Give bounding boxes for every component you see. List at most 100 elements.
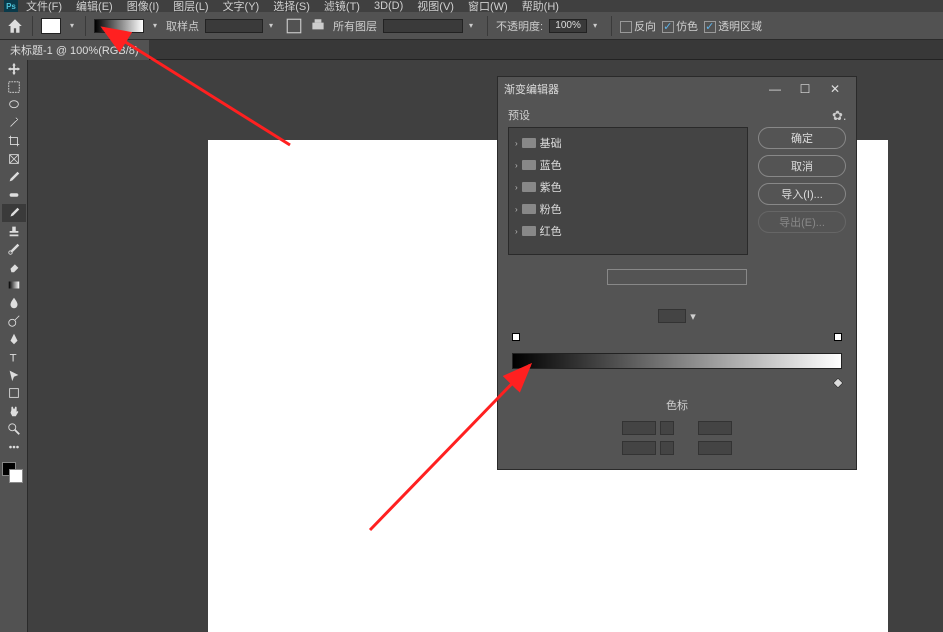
- separator: [85, 16, 86, 36]
- dither-checkbox[interactable]: 仿色: [662, 18, 698, 34]
- mode-icon[interactable]: [285, 18, 303, 34]
- preset-list[interactable]: ›基础 ›蓝色 ›紫色 ›粉色 ›红色: [508, 127, 748, 255]
- gear-icon[interactable]: ✿.: [832, 108, 846, 122]
- color-location-field[interactable]: [698, 441, 732, 455]
- separator: [32, 16, 33, 36]
- sample-label: 取样点: [166, 18, 199, 34]
- tool-shape[interactable]: [2, 384, 26, 402]
- gradient-preview[interactable]: [94, 19, 144, 33]
- tool-hand[interactable]: [2, 402, 26, 420]
- tool-text[interactable]: T: [2, 348, 26, 366]
- opacity-value[interactable]: 100%: [549, 19, 587, 33]
- color-swatches[interactable]: [0, 460, 24, 484]
- transparency-checkbox[interactable]: 透明区域: [704, 18, 762, 34]
- chevron-down-icon[interactable]: ▾: [593, 21, 603, 30]
- tool-wand[interactable]: [2, 114, 26, 132]
- dialog-titlebar[interactable]: 渐变编辑器 — ☐ ✕: [498, 77, 856, 101]
- background-swatch[interactable]: [9, 469, 23, 483]
- tool-more[interactable]: [2, 438, 26, 456]
- quick-mask-icon[interactable]: [2, 488, 26, 504]
- preset-folder[interactable]: ›红色: [513, 220, 743, 242]
- menubar: Ps 文件(F) 编辑(E) 图像(I) 图层(L) 文字(Y) 选择(S) 滤…: [0, 0, 943, 12]
- tool-pen[interactable]: [2, 330, 26, 348]
- opacity-stop-left[interactable]: [512, 333, 520, 341]
- chevron-down-icon[interactable]: ▾: [150, 21, 160, 31]
- color-swatch[interactable]: [660, 441, 674, 455]
- opacity-field[interactable]: [622, 421, 656, 435]
- tool-lasso[interactable]: [2, 96, 26, 114]
- tool-zoom[interactable]: [2, 420, 26, 438]
- document-tab[interactable]: 未标题-1 @ 100%(RGB/8): [0, 40, 149, 60]
- folder-icon: [522, 226, 536, 236]
- import-button[interactable]: 导入(I)...: [758, 183, 846, 205]
- color-stop-right[interactable]: [832, 377, 843, 388]
- cancel-button[interactable]: 取消: [758, 155, 846, 177]
- tool-frame[interactable]: [2, 150, 26, 168]
- menu-3d[interactable]: 3D(D): [368, 0, 409, 12]
- tool-stamp[interactable]: [2, 222, 26, 240]
- opacity-stop-right[interactable]: [834, 333, 842, 341]
- tool-crop[interactable]: [2, 132, 26, 150]
- separator: [487, 16, 488, 36]
- chevron-down-icon[interactable]: ▾: [690, 310, 696, 323]
- chevron-down-icon[interactable]: ▾: [67, 21, 77, 31]
- tool-eraser[interactable]: [2, 258, 26, 276]
- menu-filter[interactable]: 滤镜(T): [318, 0, 366, 14]
- menu-type[interactable]: 文字(Y): [217, 0, 266, 14]
- separator: [611, 16, 612, 36]
- menu-window[interactable]: 窗口(W): [462, 0, 514, 14]
- gradient-name-input[interactable]: [607, 269, 747, 285]
- optionsbar: ▾ ▾ 取样点 ▾ 所有图层 ▾ 不透明度: 100% ▾ 反向 仿色 透明区域: [0, 12, 943, 40]
- tool-blur[interactable]: [2, 294, 26, 312]
- preset-folder[interactable]: ›粉色: [513, 198, 743, 220]
- tool-eyedropper[interactable]: [2, 168, 26, 186]
- export-button[interactable]: 导出(E)...: [758, 211, 846, 233]
- svg-text:T: T: [9, 352, 16, 364]
- gradient-ramp[interactable]: [512, 353, 842, 369]
- layers-dropdown[interactable]: [383, 19, 463, 33]
- tool-path[interactable]: [2, 366, 26, 384]
- tool-gradient[interactable]: [2, 276, 26, 294]
- preset-folder[interactable]: ›基础: [513, 132, 743, 154]
- color-field[interactable]: [622, 441, 656, 455]
- gradient-ramp-editor[interactable]: [512, 333, 842, 389]
- preset-folder[interactable]: ›紫色: [513, 176, 743, 198]
- menu-select[interactable]: 选择(S): [267, 0, 316, 14]
- tool-preset-button[interactable]: [41, 18, 61, 34]
- tool-brush[interactable]: [2, 204, 26, 222]
- ok-button[interactable]: 确定: [758, 127, 846, 149]
- folder-icon: [522, 138, 536, 148]
- maximize-button[interactable]: ☐: [790, 79, 820, 99]
- close-button[interactable]: ✕: [820, 79, 850, 99]
- tool-history[interactable]: [2, 240, 26, 258]
- opacity-label: 不透明度:: [496, 18, 543, 34]
- tool-dodge[interactable]: [2, 312, 26, 330]
- print-icon[interactable]: [309, 18, 327, 34]
- menu-help[interactable]: 帮助(H): [516, 0, 565, 14]
- folder-icon: [522, 182, 536, 192]
- presets-label: 预设: [508, 107, 530, 123]
- tool-marquee[interactable]: [2, 78, 26, 96]
- tool-heal[interactable]: [2, 186, 26, 204]
- sample-dropdown[interactable]: [205, 19, 263, 33]
- menu-layer[interactable]: 图层(L): [167, 0, 214, 14]
- folder-icon: [522, 204, 536, 214]
- stops-label: 色标: [666, 397, 688, 413]
- menu-file[interactable]: 文件(F): [20, 0, 68, 14]
- menu-image[interactable]: 图像(I): [121, 0, 165, 14]
- type-dropdown[interactable]: [658, 309, 686, 323]
- location-field[interactable]: [698, 421, 732, 435]
- home-icon[interactable]: [6, 17, 24, 35]
- chevron-down-icon[interactable]: ▾: [269, 21, 279, 30]
- preset-folder[interactable]: ›蓝色: [513, 154, 743, 176]
- opacity-swatch[interactable]: [660, 421, 674, 435]
- menu-edit[interactable]: 编辑(E): [70, 0, 119, 14]
- menu-view[interactable]: 视图(V): [411, 0, 460, 14]
- chevron-down-icon[interactable]: ▾: [469, 21, 479, 30]
- gradient-editor-dialog: 渐变编辑器 — ☐ ✕ 预设 ✿. ›基础 ›蓝色 ›紫色 ›粉色 ›红色 确定…: [497, 76, 857, 470]
- minimize-button[interactable]: —: [760, 79, 790, 99]
- app-icon: Ps: [4, 0, 18, 12]
- layers-label: 所有图层: [333, 18, 377, 34]
- tool-move[interactable]: [2, 60, 26, 78]
- reverse-checkbox[interactable]: 反向: [620, 18, 656, 34]
